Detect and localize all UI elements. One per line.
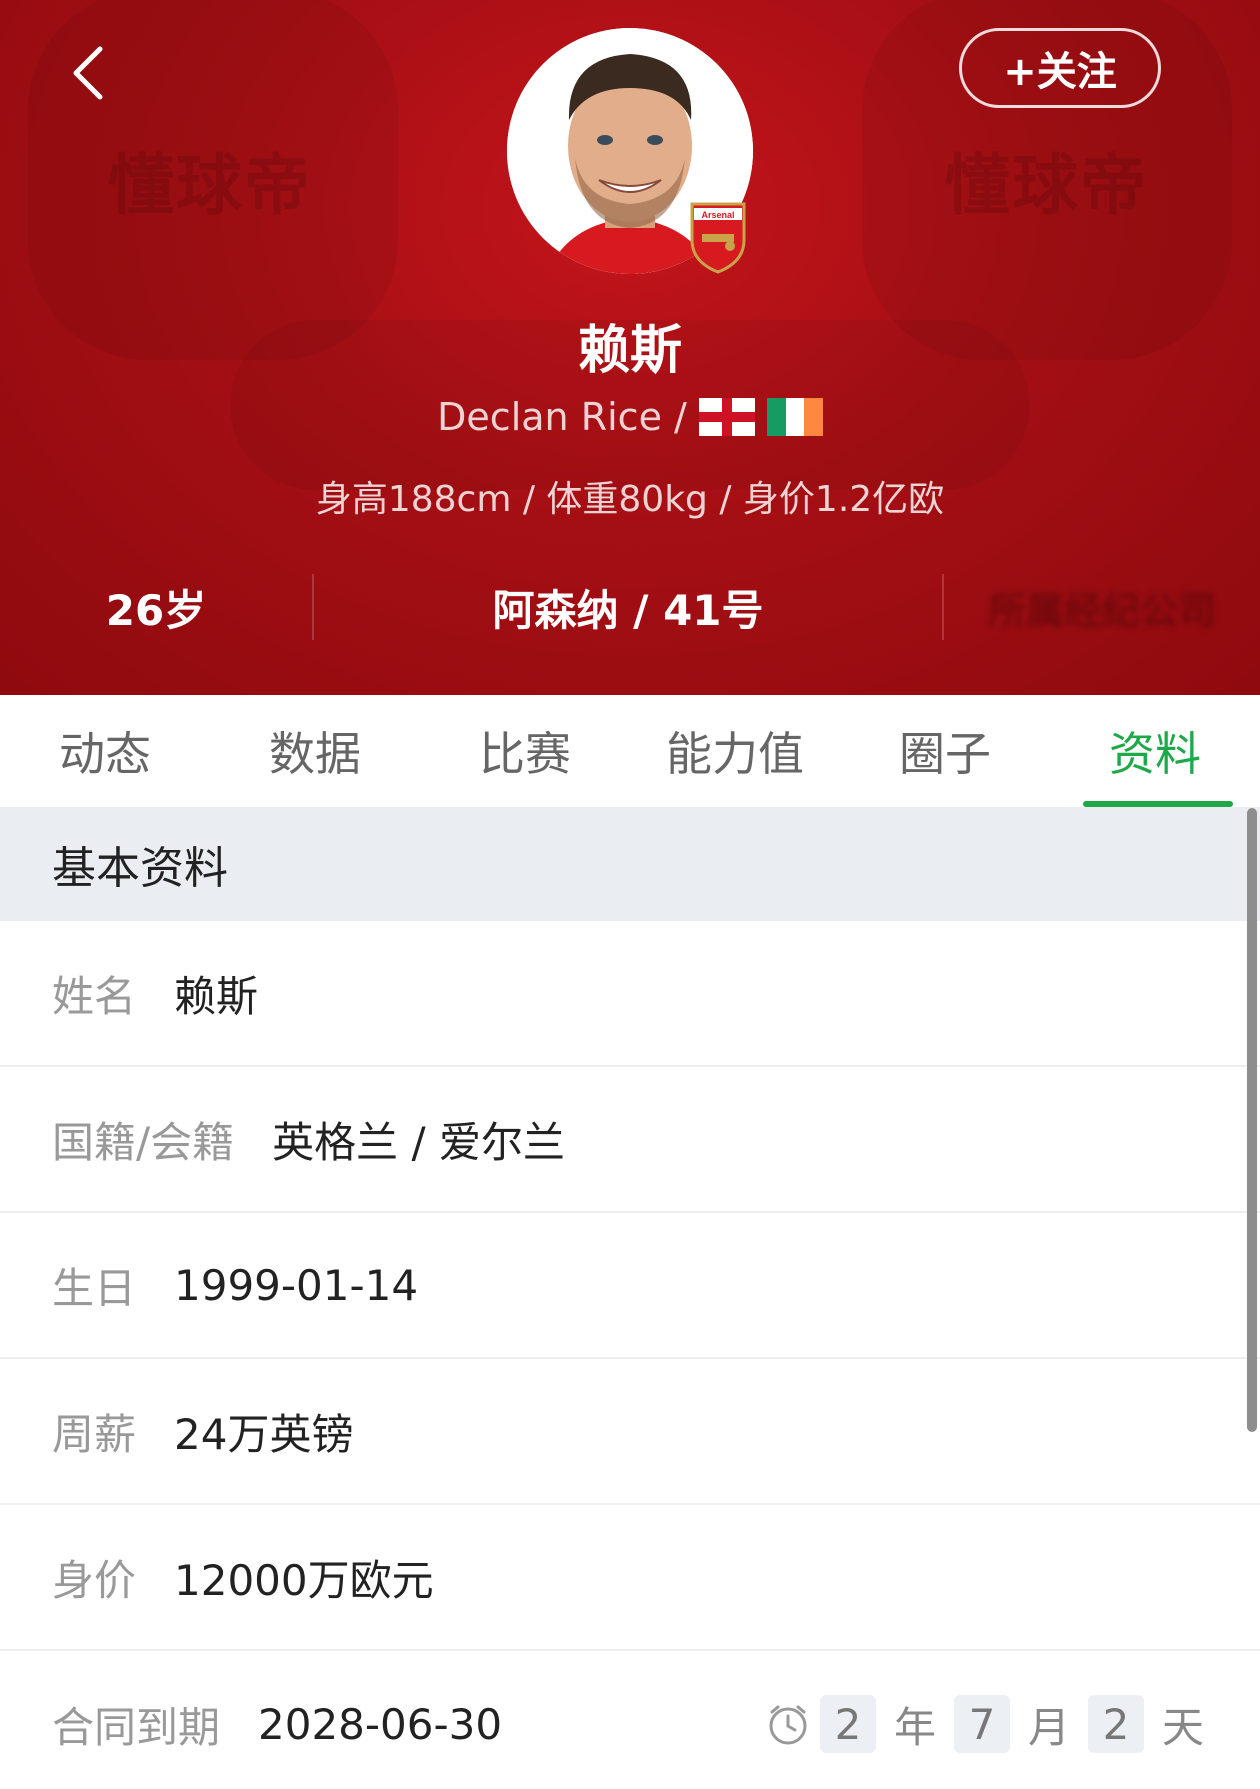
row-label: 国籍/会籍	[52, 1117, 235, 1167]
countdown-years: 2	[819, 1695, 876, 1753]
row-value: 赖斯	[174, 971, 259, 1021]
age-label: 26岁	[105, 585, 207, 635]
countdown-year-unit: 年	[893, 1702, 936, 1752]
player-name-row: Declan Rice /	[0, 395, 1260, 439]
team-number-link[interactable]: 阿森纳 / 41号	[314, 570, 942, 644]
info-row-name: 姓名 赖斯	[0, 921, 1260, 1067]
watermark: 懂球帝	[944, 147, 1148, 224]
row-label: 身价	[52, 1555, 137, 1605]
player-name-cn: 赖斯	[577, 321, 682, 381]
info-row-contract: 合同到期 2028-06-30 2 年 7 月 2 天	[0, 1651, 1260, 1789]
tab-dynamics[interactable]: 动态	[0, 695, 210, 807]
section-title: 基本资料	[0, 807, 1260, 921]
info-bar: 26岁 阿森纳 / 41号 所属经纪公司	[0, 570, 1260, 644]
arsenal-badge-icon: Arsenal	[690, 202, 746, 274]
ireland-flag-icon	[766, 398, 823, 436]
row-label: 姓名	[52, 971, 137, 1021]
player-name-en: Declan Rice /	[437, 395, 687, 439]
countdown-day-unit: 天	[1161, 1702, 1204, 1752]
blurred-info: 所属经纪公司	[988, 588, 1217, 633]
contract-countdown: 2 年 7 月 2 天	[766, 1694, 1212, 1755]
countdown-month-unit: 月	[1027, 1702, 1070, 1752]
countdown-days: 2	[1087, 1695, 1144, 1753]
tab-data[interactable]: 数据	[210, 695, 420, 807]
tab-ability[interactable]: 能力值	[630, 695, 840, 807]
row-value: 1999-01-14	[174, 1260, 419, 1310]
info-row-birthday: 生日 1999-01-14	[0, 1213, 1260, 1359]
row-value: 2028-06-30	[258, 1699, 503, 1749]
row-label: 周薪	[52, 1409, 137, 1459]
scrollbar[interactable]	[1247, 808, 1257, 1432]
club-badge-text: Arsenal	[701, 210, 734, 220]
info-row-weekly-wage: 周薪 24万英镑	[0, 1359, 1260, 1505]
chevron-left-icon	[73, 46, 103, 100]
tab-matches[interactable]: 比赛	[420, 695, 630, 807]
tab-bar: 动态 数据 比赛 能力值 圈子 资料	[0, 695, 1260, 807]
info-row-nationality: 国籍/会籍 英格兰 / 爱尔兰	[0, 1067, 1260, 1213]
england-flag-icon	[698, 398, 755, 436]
info-row-market-value: 身价 12000万欧元	[0, 1505, 1260, 1651]
tab-circle[interactable]: 圈子	[840, 695, 1050, 807]
clock-icon	[769, 1705, 807, 1745]
row-label: 生日	[52, 1263, 137, 1313]
row-value: 12000万欧元	[174, 1555, 434, 1605]
player-header: 懂球帝 懂球帝 +关注 Arsenal 赖斯 Declan Rice / 身高1…	[0, 0, 1260, 695]
row-label: 合同到期	[52, 1702, 221, 1752]
row-value: 24万英镑	[174, 1409, 354, 1459]
back-button[interactable]	[62, 38, 112, 108]
tab-profile[interactable]: 资料	[1050, 695, 1260, 807]
player-stats-line: 身高188cm / 体重80kg / 身价1.2亿欧	[315, 479, 945, 520]
countdown-months: 7	[953, 1695, 1010, 1753]
row-value: 英格兰 / 爱尔兰	[272, 1117, 566, 1167]
watermark: 懂球帝	[108, 147, 312, 224]
follow-button[interactable]: +关注	[959, 28, 1161, 108]
